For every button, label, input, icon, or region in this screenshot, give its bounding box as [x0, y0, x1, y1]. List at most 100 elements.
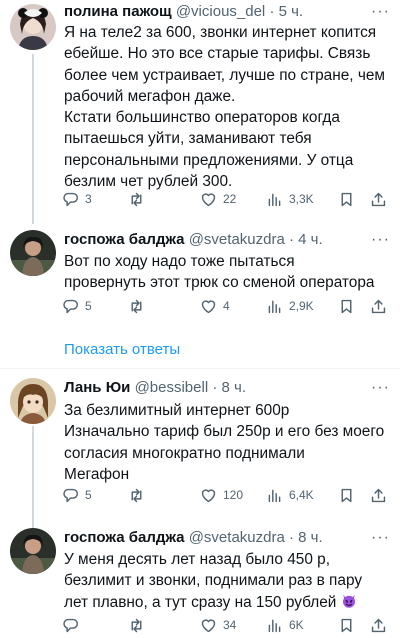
tweet-text-line: Я на теле2 за 600, звонки интернет копит…	[64, 24, 377, 41]
separator-dot: ·	[288, 529, 294, 546]
timestamp[interactable]: 5 ч.	[279, 3, 304, 20]
timestamp[interactable]: 8 ч.	[298, 529, 323, 546]
share-button[interactable]	[370, 188, 387, 210]
author-name[interactable]: полина пажощ	[64, 3, 172, 20]
tweet-text-line: рабочий мегафон даже.	[64, 87, 236, 105]
views-icon	[268, 489, 281, 502]
tweet-text: За безлимитный интернет 600р Изначально …	[64, 400, 386, 485]
bookmark-icon	[341, 488, 352, 502]
like-count: 22	[223, 192, 237, 206]
avatar-image	[10, 230, 56, 276]
show-replies-link[interactable]: Показать ответы	[64, 340, 180, 360]
tweet-text-line: согласия многократно поднимали	[64, 444, 305, 462]
tweet-text-line: лет плавно, а тут сразу на 150 рублей	[64, 592, 386, 613]
tweet-3[interactable]: Лань Юи @bessibell · 8 ч. ··· За безлими…	[0, 370, 400, 528]
timestamp[interactable]: 8 ч.	[222, 379, 247, 396]
author-handle[interactable]: @svetakuzdra	[189, 529, 285, 546]
views-button[interactable]: 6,4K	[266, 484, 314, 506]
tweet-actions: 34 6K	[62, 614, 392, 636]
views-button[interactable]: 6K	[266, 614, 304, 636]
more-icon[interactable]: ···	[371, 528, 390, 548]
like-button[interactable]: 4	[200, 295, 230, 317]
author-name[interactable]: госпожа балджа	[64, 529, 185, 546]
views-button[interactable]: 3,3K	[266, 188, 314, 210]
author-handle[interactable]: @vicious_del	[176, 3, 265, 20]
reply-icon	[63, 299, 79, 313]
share-button[interactable]	[370, 295, 387, 317]
reply-count: 3	[85, 192, 92, 206]
reply-icon	[63, 192, 79, 206]
avatar[interactable]	[10, 230, 56, 276]
tweet-2[interactable]: госпожа балджа @svetakuzdra · 4 ч. ··· В…	[0, 224, 400, 334]
tweet-header: Лань Юи @bessibell · 8 ч.	[64, 378, 392, 398]
more-icon[interactable]: ···	[371, 378, 390, 398]
share-icon	[371, 488, 386, 502]
tweet-text-line: более чем устраивает, лучше по стране, ч…	[64, 66, 386, 84]
reply-icon	[63, 618, 79, 632]
reply-button[interactable]	[62, 614, 85, 636]
like-icon	[201, 192, 216, 206]
separator-dot: ·	[269, 3, 275, 20]
bookmark-button[interactable]	[338, 614, 355, 636]
bookmark-button[interactable]	[338, 188, 355, 210]
tweet-text-line: Вот по ходу надо тоже пытаться	[64, 253, 295, 270]
like-button[interactable]: 120	[200, 484, 243, 506]
thread-line	[32, 54, 34, 224]
reply-button[interactable]: 5	[62, 295, 92, 317]
author-name[interactable]: госпожа балджа	[64, 231, 185, 248]
avatar-image	[10, 528, 56, 574]
like-button[interactable]: 22	[200, 188, 236, 210]
tweet-text-line: Кстати большинство операторов когда	[64, 109, 340, 127]
tweet-actions: 5 120 6,4K	[62, 484, 392, 506]
author-handle[interactable]: @bessibell	[135, 379, 209, 396]
retweet-button[interactable]	[128, 188, 151, 210]
reply-button[interactable]: 5	[62, 484, 92, 506]
retweet-icon	[131, 618, 142, 632]
share-button[interactable]	[370, 484, 387, 506]
bookmark-button[interactable]	[338, 484, 355, 506]
share-icon	[371, 618, 386, 632]
reply-icon	[63, 488, 79, 502]
retweet-button[interactable]	[128, 614, 151, 636]
bookmark-button[interactable]	[338, 295, 355, 317]
avatar[interactable]	[10, 4, 56, 50]
separator-dot: ·	[212, 379, 218, 396]
avatar-image	[10, 378, 56, 424]
author-handle[interactable]: @svetakuzdra	[189, 231, 285, 248]
avatar[interactable]	[10, 528, 56, 574]
author-name[interactable]: Лань Юи	[64, 379, 130, 396]
like-count: 34	[223, 618, 237, 632]
like-icon	[201, 488, 216, 502]
more-icon[interactable]: ···	[371, 2, 390, 22]
tweet-text-line: Изначально тариф был 250р и его без моег…	[64, 423, 385, 441]
retweet-button[interactable]	[128, 484, 151, 506]
tweet-header: госпожа балджа @svetakuzdra · 8 ч.	[64, 528, 392, 548]
like-count: 4	[223, 299, 230, 313]
separator-dot: ·	[288, 231, 294, 248]
tweet-text-line: ебейше. Но это все старые тарифы. Связь	[64, 45, 371, 63]
devil-emoji	[342, 594, 355, 608]
thread-line	[32, 426, 34, 528]
share-button[interactable]	[370, 614, 387, 636]
views-count: 2,9K	[289, 299, 314, 313]
tweet-text-segment: лет плавно, а тут сразу на 150 рублей	[64, 593, 337, 611]
tweet-4[interactable]: госпожа балджа @svetakuzdra · 8 ч. ··· У…	[0, 522, 400, 638]
divider	[0, 368, 400, 369]
tweet-1[interactable]: полина пажощ @vicious_del · 5 ч. ··· Я н…	[0, 0, 400, 224]
retweet-button[interactable]	[128, 295, 151, 317]
like-icon	[201, 618, 216, 632]
reply-count: 5	[85, 488, 92, 502]
reply-button[interactable]: 3	[62, 188, 92, 210]
bookmark-icon	[341, 192, 352, 206]
avatar[interactable]	[10, 378, 56, 424]
retweet-icon	[131, 299, 142, 313]
bookmark-icon	[341, 299, 352, 313]
views-icon	[268, 193, 281, 206]
like-button[interactable]: 34	[200, 614, 236, 636]
tweet-text: У меня десять лет назад было 450 р, безл…	[64, 549, 386, 613]
timestamp[interactable]: 4 ч.	[298, 231, 323, 248]
views-button[interactable]: 2,9K	[266, 295, 314, 317]
views-count: 3,3K	[289, 192, 314, 206]
tweet-header: полина пажощ @vicious_del · 5 ч.	[64, 2, 392, 22]
more-icon[interactable]: ···	[371, 230, 390, 250]
